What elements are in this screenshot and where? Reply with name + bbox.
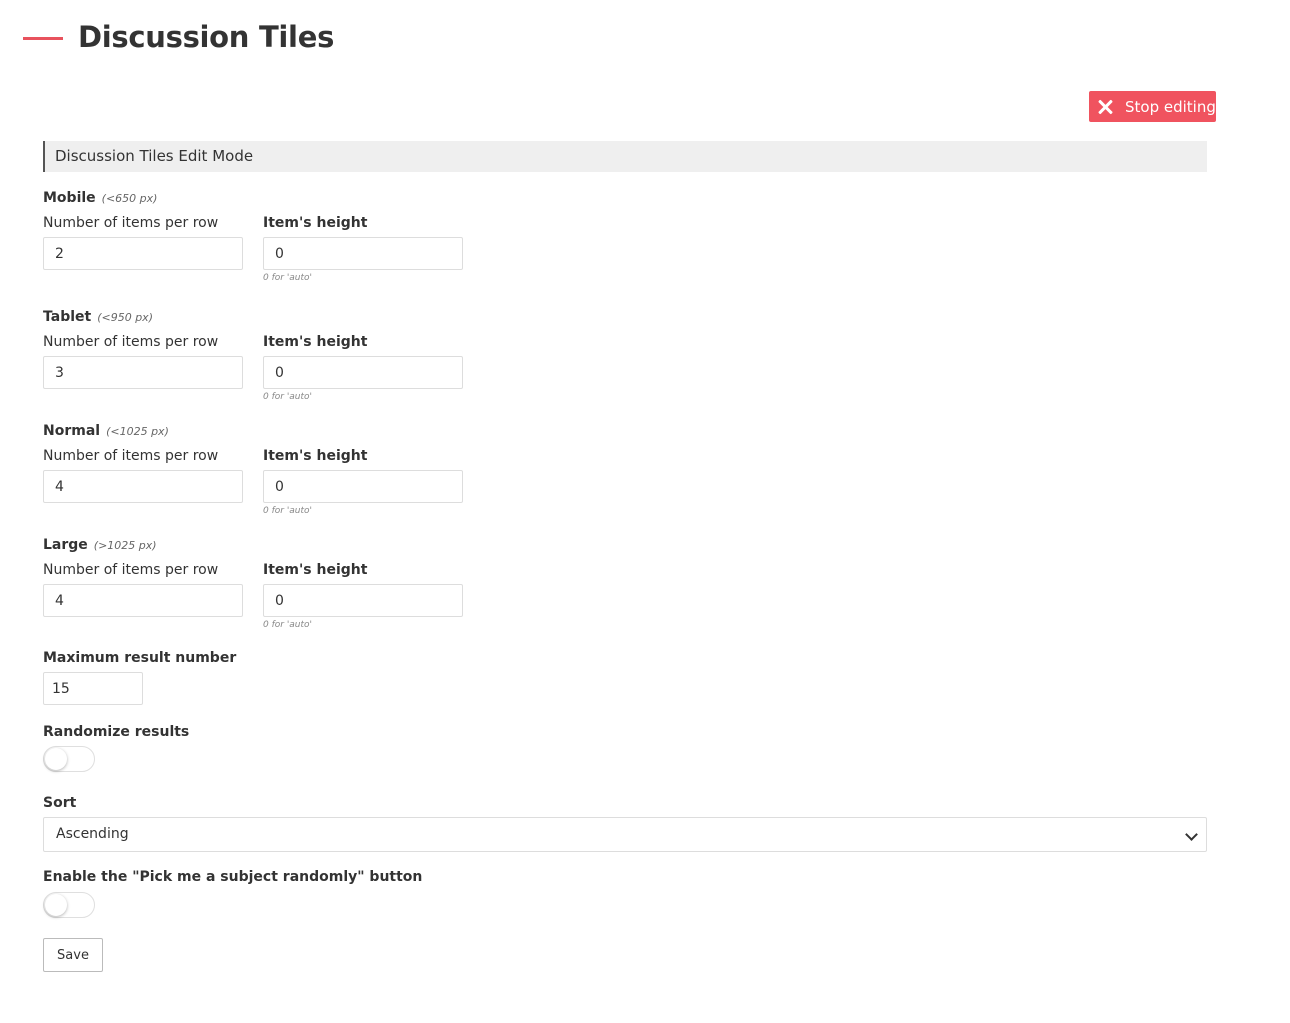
sort-label: Sort xyxy=(43,795,77,811)
section-normal-hint: (<1025 px) xyxy=(106,425,169,438)
mobile-items-input[interactable] xyxy=(43,237,243,270)
section-tablet: Tablet (<950 px) xyxy=(43,309,153,325)
large-items-input[interactable] xyxy=(43,584,243,617)
chevron-down-icon xyxy=(1185,828,1198,841)
section-normal-title: Normal xyxy=(43,423,101,439)
tablet-items-label: Number of items per row xyxy=(43,334,219,350)
stop-editing-label: Stop editing xyxy=(1125,97,1216,116)
section-tablet-hint: (<950 px) xyxy=(97,311,153,324)
tablet-items-input[interactable] xyxy=(43,356,243,389)
large-height-help: 0 for 'auto' xyxy=(263,620,313,630)
section-normal: Normal (<1025 px) xyxy=(43,423,169,439)
randomize-label: Randomize results xyxy=(43,724,190,740)
section-large: Large (>1025 px) xyxy=(43,537,157,553)
sort-select[interactable]: Ascending xyxy=(43,817,1207,852)
edit-mode-header: Discussion Tiles Edit Mode xyxy=(43,141,1207,172)
toggle-knob xyxy=(45,748,67,770)
normal-height-help: 0 for 'auto' xyxy=(263,506,313,516)
large-height-label: Item's height xyxy=(263,562,368,578)
max-results-input[interactable] xyxy=(43,672,143,705)
title-accent-bar xyxy=(23,37,63,40)
save-button[interactable]: Save xyxy=(43,938,103,972)
stop-editing-button[interactable]: Stop editing xyxy=(1089,91,1216,122)
pick-random-label: Enable the "Pick me a subject randomly" … xyxy=(43,869,423,885)
section-mobile: Mobile (<650 px) xyxy=(43,190,157,206)
section-mobile-title: Mobile xyxy=(43,190,96,206)
mobile-height-label: Item's height xyxy=(263,215,368,231)
large-items-label: Number of items per row xyxy=(43,562,219,578)
normal-height-label: Item's height xyxy=(263,448,368,464)
mobile-items-label: Number of items per row xyxy=(43,215,219,231)
section-large-hint: (>1025 px) xyxy=(93,539,157,552)
max-results-label: Maximum result number xyxy=(43,650,237,666)
pick-random-toggle[interactable] xyxy=(43,892,95,918)
tablet-height-help: 0 for 'auto' xyxy=(263,392,313,402)
sort-selected-value: Ascending xyxy=(56,826,129,842)
mobile-height-help: 0 for 'auto' xyxy=(263,273,313,283)
section-mobile-hint: (<650 px) xyxy=(101,192,158,205)
normal-items-label: Number of items per row xyxy=(43,448,219,464)
tablet-height-input[interactable] xyxy=(263,356,463,389)
close-icon xyxy=(1097,99,1113,115)
toggle-knob xyxy=(45,894,67,916)
section-tablet-title: Tablet xyxy=(43,309,92,325)
page-title: Discussion Tiles xyxy=(78,20,335,54)
randomize-toggle[interactable] xyxy=(43,746,95,772)
normal-items-input[interactable] xyxy=(43,470,243,503)
large-height-input[interactable] xyxy=(263,584,463,617)
normal-height-input[interactable] xyxy=(263,470,463,503)
tablet-height-label: Item's height xyxy=(263,334,368,350)
section-large-title: Large xyxy=(43,537,88,553)
mobile-height-input[interactable] xyxy=(263,237,463,270)
